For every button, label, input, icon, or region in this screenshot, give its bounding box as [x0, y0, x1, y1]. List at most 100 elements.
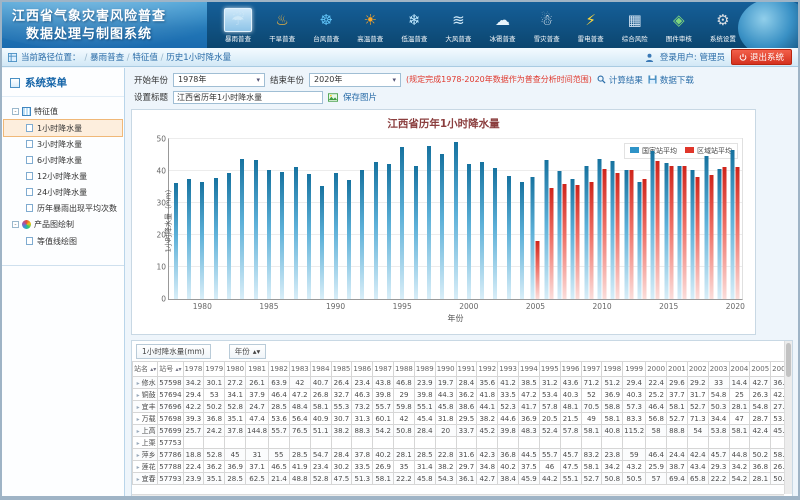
national-bar-2016[interactable] [678, 166, 682, 299]
toolbar-item-risk[interactable]: ▦综合风险 [616, 8, 654, 43]
national-bar-1993[interactable] [374, 162, 378, 299]
national-bar-1994[interactable] [387, 164, 391, 299]
horizontal-scrollbar[interactable] [132, 494, 784, 500]
table-row-57793[interactable]: ▸宜春5779323.935.128.562.521.448.852.847.5… [133, 473, 793, 485]
table-row-57699[interactable]: ▸上高5769925.724.237.8144.855.776.551.138.… [133, 425, 793, 437]
sidebar-item-12小时降水量[interactable]: 12小时降水量 [4, 168, 122, 184]
regional-bar-2011[interactable] [616, 173, 620, 299]
national-bar-1998[interactable] [440, 154, 444, 299]
table-row-57698[interactable]: ▸万载5769839.336.835.147.453.656.440.930.7… [133, 413, 793, 425]
table-row-57753[interactable]: ▸上栗57753 [133, 437, 793, 449]
national-bar-2014[interactable] [651, 151, 655, 299]
column-header-sortable[interactable]: 站名 ▴▾ [133, 362, 158, 377]
row-expander-icon[interactable]: ▸ [137, 464, 140, 471]
row-expander-icon[interactable]: ▸ [137, 392, 140, 399]
regional-bar-2005[interactable] [536, 241, 540, 299]
regional-bar-2018[interactable] [709, 175, 713, 299]
national-bar-2008[interactable] [571, 179, 575, 299]
table-row-57694[interactable]: ▸铜鼓5769429.45334.137.946.447.226.832.746… [133, 389, 793, 401]
vertical-scroll-thumb[interactable] [786, 343, 791, 377]
regional-bar-2020[interactable] [736, 167, 740, 299]
year-filter-chip[interactable]: 年份 ▴▾ [229, 344, 267, 359]
sidebar-item-3小时降水量[interactable]: 3小时降水量 [4, 136, 122, 152]
toolbar-item-map-review[interactable]: ◈图件审核 [660, 8, 698, 43]
sidebar-item-6小时降水量[interactable]: 6小时降水量 [4, 152, 122, 168]
regional-bar-2015[interactable] [669, 166, 673, 299]
row-expander-icon[interactable]: ▸ [137, 440, 140, 447]
toolbar-item-low-temp[interactable]: ❄低温普查 [395, 8, 433, 43]
table-scroll-area[interactable]: 站名 ▴▾站号 ▴▾197819791980198119821983198419… [132, 361, 792, 487]
national-bar-2012[interactable] [624, 170, 628, 299]
regional-bar-2019[interactable] [723, 167, 727, 299]
national-bar-2018[interactable] [704, 156, 708, 299]
national-bar-1985[interactable] [267, 170, 271, 299]
sidebar-item-历年暴雨出现平均次数[interactable]: 历年暴雨出现平均次数 [4, 200, 122, 216]
national-bar-2017[interactable] [691, 170, 695, 299]
tree-expander-icon[interactable]: - [12, 221, 19, 228]
national-bar-2019[interactable] [718, 169, 722, 299]
national-bar-1995[interactable] [400, 147, 404, 299]
sidebar-item-1小时降水量[interactable]: 1小时降水量 [4, 120, 122, 136]
save-image-button[interactable]: 保存图片 [343, 91, 377, 103]
national-bar-2000[interactable] [467, 164, 471, 299]
vertical-scrollbar[interactable] [784, 341, 792, 494]
toolbar-item-settings[interactable]: ⚙系统设置 [704, 8, 742, 43]
breadcrumb-item[interactable]: 特征值 [132, 53, 158, 63]
sidebar-group-产品图绘制[interactable]: -产品图绘制 [4, 216, 122, 233]
national-bar-2011[interactable] [611, 161, 615, 299]
national-bar-1992[interactable] [360, 170, 364, 299]
chart-title-input[interactable] [173, 91, 323, 104]
regional-bar-2014[interactable] [656, 161, 660, 299]
national-bar-2001[interactable] [480, 162, 484, 299]
national-bar-2013[interactable] [638, 182, 642, 299]
horizontal-scroll-thumb[interactable] [134, 496, 695, 500]
row-expander-icon[interactable]: ▸ [137, 476, 140, 483]
national-bar-1988[interactable] [307, 174, 311, 299]
regional-bar-2016[interactable] [683, 166, 687, 299]
value-type-chip[interactable]: 1小时降水量(mm) [136, 344, 211, 359]
row-expander-icon[interactable]: ▸ [137, 416, 140, 423]
national-bar-2020[interactable] [731, 150, 735, 299]
national-bar-1986[interactable] [280, 172, 284, 299]
national-bar-2009[interactable] [584, 166, 588, 299]
regional-bar-2017[interactable] [696, 177, 700, 299]
national-bar-2005[interactable] [531, 177, 535, 299]
toolbar-item-typhoon[interactable]: ☸台风普查 [307, 8, 345, 43]
toolbar-item-drought[interactable]: ♨干旱普查 [263, 8, 301, 43]
national-bar-1981[interactable] [214, 178, 218, 299]
national-bar-2004[interactable] [520, 182, 524, 299]
regional-bar-2013[interactable] [643, 179, 647, 299]
toolbar-item-rainstorm[interactable]: ☔暴雨普查 [219, 8, 257, 43]
national-bar-1991[interactable] [347, 180, 351, 299]
national-bar-2002[interactable] [493, 168, 497, 299]
column-header-sortable[interactable]: 站号 ▴▾ [158, 362, 183, 377]
national-bar-1990[interactable] [334, 173, 338, 299]
row-expander-icon[interactable]: ▸ [137, 428, 140, 435]
regional-bar-2008[interactable] [576, 185, 580, 299]
row-expander-icon[interactable]: ▸ [137, 404, 140, 411]
sidebar-item-等值线绘图[interactable]: 等值线绘图 [4, 233, 122, 249]
end-year-select[interactable]: 2020年 ▾ [309, 73, 401, 87]
national-bar-1978[interactable] [174, 183, 178, 299]
national-bar-2015[interactable] [664, 163, 668, 299]
national-bar-2010[interactable] [598, 159, 602, 299]
table-row-57786[interactable]: ▸萍乡5778618.852.845315528.554.728.437.840… [133, 449, 793, 461]
national-bar-1989[interactable] [320, 186, 324, 299]
regional-bar-2012[interactable] [629, 170, 633, 299]
national-bar-1997[interactable] [427, 146, 431, 299]
toolbar-item-hail[interactable]: ☁冰雹普查 [483, 8, 521, 43]
breadcrumb-item[interactable]: 历史1小时降水量 [166, 53, 231, 63]
toolbar-item-snow[interactable]: ☃雪灾普查 [528, 8, 566, 43]
download-button[interactable]: 数据下载 [648, 74, 694, 86]
national-bar-1987[interactable] [294, 167, 298, 299]
toolbar-item-lightning[interactable]: ⚡雷电普查 [572, 8, 610, 43]
start-year-select[interactable]: 1978年 ▾ [173, 73, 265, 87]
row-expander-icon[interactable]: ▸ [137, 452, 140, 459]
national-bar-1999[interactable] [454, 142, 458, 299]
sidebar-group-特征值[interactable]: -特征值 [4, 103, 122, 120]
row-expander-icon[interactable]: ▸ [137, 380, 140, 387]
sidebar-item-24小时降水量[interactable]: 24小时降水量 [4, 184, 122, 200]
national-bar-1996[interactable] [414, 166, 418, 299]
table-row-57788[interactable]: ▸莲花5778822.436.236.937.146.541.923.430.2… [133, 461, 793, 473]
national-bar-1984[interactable] [254, 160, 258, 299]
